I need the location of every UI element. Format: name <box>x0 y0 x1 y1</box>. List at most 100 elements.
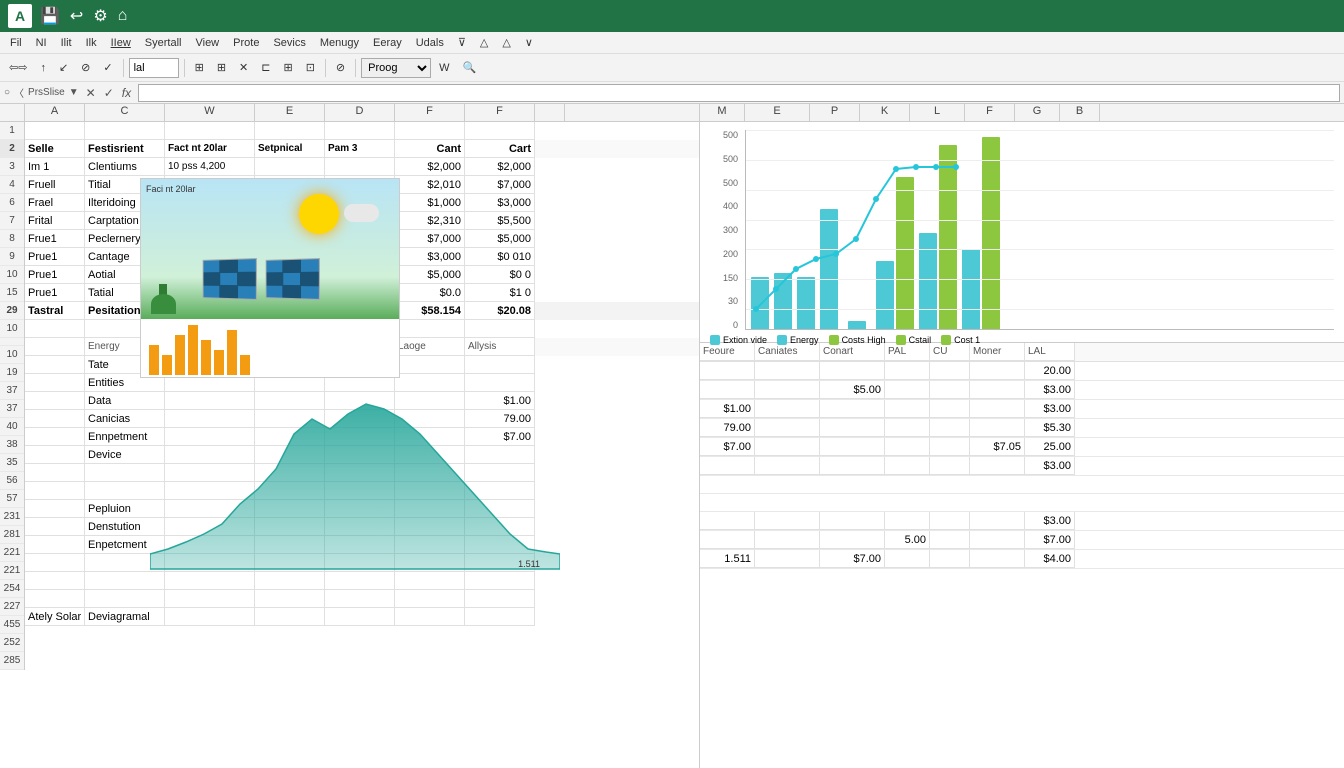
formula-nav-icon[interactable]: ▼ <box>69 87 79 98</box>
tb-grid4-btn[interactable]: ⊡ <box>301 58 320 77</box>
tb-left-btn[interactable]: ⊏ <box>256 58 275 77</box>
cell-3-C[interactable]: Clentiums <box>85 158 165 176</box>
cell-10-A[interactable]: Prue1 <box>25 266 85 284</box>
cell-8-A[interactable]: Frue1 <box>25 230 85 248</box>
tb-up-btn[interactable]: ↑ <box>35 59 51 77</box>
menu-sort-icon[interactable]: △ <box>474 34 494 51</box>
cell-15-F2[interactable]: $1 0 <box>465 284 535 302</box>
cell-2-A[interactable]: Selle <box>25 140 85 158</box>
cell-t2h-F2[interactable]: Allysis <box>465 338 535 356</box>
cell-1-A[interactable] <box>25 122 85 140</box>
cell-2-D[interactable]: Pam 3 <box>325 140 395 158</box>
col-header-B[interactable]: B <box>1060 104 1100 121</box>
cell-15-F1[interactable]: $0.0 <box>395 284 465 302</box>
col-CU[interactable]: CU <box>930 343 970 361</box>
rcanicias-LAL[interactable]: $5.30 <box>1025 419 1075 437</box>
home-icon[interactable]: ⌂ <box>118 7 128 25</box>
cell-6-F1[interactable]: $1,000 <box>395 194 465 212</box>
rennpetment-LAL[interactable]: 25.00 <box>1025 438 1075 456</box>
menu-eeray[interactable]: Eeray <box>367 35 408 51</box>
cell-8-F2[interactable]: $5,000 <box>465 230 535 248</box>
formula-back-icon[interactable]: 〈 <box>14 85 24 100</box>
col-header-C[interactable]: C <box>85 104 165 121</box>
menu-ilk[interactable]: Ilk <box>80 35 103 51</box>
cell-29-F2[interactable]: $20.08 <box>465 302 535 320</box>
col-Conart[interactable]: Conart <box>820 343 885 361</box>
cell-6-A[interactable]: Frael <box>25 194 85 212</box>
name-box[interactable] <box>129 58 179 78</box>
menu-filter-icon[interactable]: ⊽ <box>452 34 472 51</box>
col-Caniates[interactable]: Caniates <box>755 343 820 361</box>
rdenstution-LAL[interactable]: $7.00 <box>1025 531 1075 549</box>
menu-sort2-icon[interactable]: △ <box>496 34 516 51</box>
cell-3-W[interactable]: 10 pss 4,200 <box>165 158 255 176</box>
cell-15-A[interactable]: Prue1 <box>25 284 85 302</box>
cell-1-W[interactable] <box>165 122 255 140</box>
col-header-W[interactable]: W <box>165 104 255 121</box>
tb-diag-btn[interactable]: ↙ <box>54 58 73 77</box>
col-Feoure[interactable]: Feoure <box>700 343 755 361</box>
menu-dropdown-icon[interactable]: ∨ <box>519 34 539 51</box>
renpetcment-LAL[interactable]: $4.00 <box>1025 550 1075 568</box>
cell-29-F1[interactable]: $58.154 <box>395 302 465 320</box>
cell-t2h-F1[interactable]: Laoge <box>395 338 465 356</box>
cell-7-F2[interactable]: $5,500 <box>465 212 535 230</box>
col-header-M[interactable]: M <box>700 104 745 121</box>
col-header-F2[interactable]: F <box>465 104 535 121</box>
rennpetment-Feoure[interactable]: $7.00 <box>700 438 755 456</box>
cell-3-A[interactable]: Im 1 <box>25 158 85 176</box>
cell-9-F2[interactable]: $0 010 <box>465 248 535 266</box>
col-Moner[interactable]: Moner <box>970 343 1025 361</box>
cell-7-F1[interactable]: $2,310 <box>395 212 465 230</box>
tb-x-btn[interactable]: ✕ <box>234 58 253 77</box>
formula-fx-btn[interactable]: fx <box>119 86 134 100</box>
cell-2-F2[interactable]: Cart <box>465 140 535 158</box>
tb-color-btn[interactable]: ⊘ <box>331 58 350 77</box>
rpepluion-LAL[interactable]: $3.00 <box>1025 512 1075 530</box>
tb-arrows-btn[interactable]: ⇦⇨ <box>4 58 32 77</box>
cell-10-F1[interactable]: $5,000 <box>395 266 465 284</box>
formula-expand-icon[interactable]: ○ <box>4 87 10 98</box>
col-header-F1[interactable]: F <box>395 104 465 121</box>
renpetcment-Feoure[interactable]: 1.511 <box>700 550 755 568</box>
tb-grid2-btn[interactable]: ⊞ <box>212 58 231 77</box>
cell-1-F2[interactable] <box>465 122 535 140</box>
cell-9-F1[interactable]: $3,000 <box>395 248 465 266</box>
menu-prote[interactable]: Prote <box>227 35 265 51</box>
redo-icon[interactable]: ⚙ <box>93 6 107 26</box>
col-header-E2[interactable]: E <box>745 104 810 121</box>
tb-w-btn[interactable]: W <box>434 59 454 77</box>
cell-1-E[interactable] <box>255 122 325 140</box>
tb-search-btn[interactable]: 🔍 <box>458 58 482 77</box>
cell-3-F1[interactable]: $2,000 <box>395 158 465 176</box>
cell-2-E[interactable]: Setpnical <box>255 140 325 158</box>
rdevice-LAL[interactable]: $3.00 <box>1025 457 1075 475</box>
menu-view[interactable]: View <box>189 35 225 51</box>
cell-9-A[interactable]: Prue1 <box>25 248 85 266</box>
cell-4-F2[interactable]: $7,000 <box>465 176 535 194</box>
rtate-LAL[interactable]: 20.00 <box>1025 362 1075 380</box>
menu-menugy[interactable]: Menugy <box>314 35 365 51</box>
menu-ilit[interactable]: Ilit <box>55 35 78 51</box>
cell-3-E[interactable] <box>255 158 325 176</box>
col-header-D[interactable]: D <box>325 104 395 121</box>
menu-sevics[interactable]: Sevics <box>267 35 311 51</box>
cell-3-F2[interactable]: $2,000 <box>465 158 535 176</box>
formula-confirm-btn[interactable]: ✓ <box>101 86 117 100</box>
cell-1-F1[interactable] <box>395 122 465 140</box>
tb-grid-btn[interactable]: ⊞ <box>190 58 209 77</box>
cell-2-W[interactable]: Fact nt 20lar <box>165 140 255 158</box>
col-header-K[interactable]: K <box>860 104 910 121</box>
rentities-LAL[interactable]: $3.00 <box>1025 381 1075 399</box>
cell-4-A[interactable]: Fruell <box>25 176 85 194</box>
col-header-L[interactable]: L <box>910 104 965 121</box>
cell-29-A[interactable]: Tastral <box>25 302 85 320</box>
renpetcment-Conart[interactable]: $7.00 <box>820 550 885 568</box>
rcanicias-Feoure[interactable]: 79.00 <box>700 419 755 437</box>
rdenstution-PAL[interactable]: 5.00 <box>885 531 930 549</box>
cell-10-F2[interactable]: $0 0 <box>465 266 535 284</box>
tb-grid3-btn[interactable]: ⊞ <box>278 58 297 77</box>
col-header-G[interactable]: G <box>1015 104 1060 121</box>
rdata-Feoure[interactable]: $1.00 <box>700 400 755 418</box>
menu-fil[interactable]: Fil <box>4 35 28 51</box>
